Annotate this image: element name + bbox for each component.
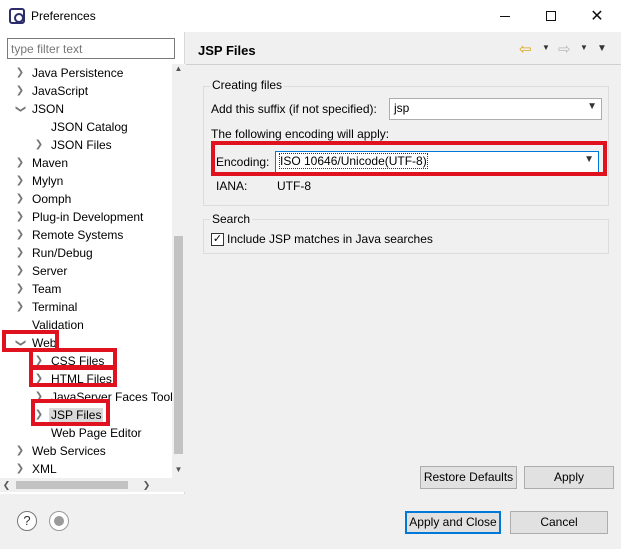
- chevron-right-icon[interactable]: ❯: [14, 445, 26, 457]
- maximize-icon: [546, 11, 556, 21]
- iana-value: UTF-8: [277, 179, 311, 193]
- tree-item-xml[interactable]: ❯ XML: [0, 460, 172, 478]
- highlight-box-jsp-files: [31, 399, 110, 426]
- tree-item-remote-systems[interactable]: ❯ Remote Systems: [0, 226, 172, 244]
- chevron-right-icon[interactable]: ❯: [14, 229, 26, 241]
- include-jsp-label: Include JSP matches in Java searches: [227, 232, 433, 246]
- tree-item-label: Web Services: [32, 444, 106, 458]
- chevron-right-icon[interactable]: ❯: [14, 193, 26, 205]
- chevron-right-icon[interactable]: ❯: [14, 211, 26, 223]
- forward-arrow-icon[interactable]: ⇨: [558, 40, 571, 58]
- view-menu-icon[interactable]: ▼: [597, 43, 607, 54]
- chevron-right-icon[interactable]: ❯: [14, 175, 26, 187]
- preference-page: JSP Files ⇦ ▼ ⇨ ▼ ▼ Creating files Add t…: [186, 32, 621, 494]
- tree-item-label: Terminal: [32, 300, 78, 314]
- tree-item-label: Mylyn: [32, 174, 64, 188]
- chevron-right-icon[interactable]: ❯: [14, 67, 26, 79]
- tree-item-json[interactable]: ❯ JSON: [0, 100, 172, 118]
- tree-item-label: JavaScript: [32, 84, 89, 98]
- tree-item-label: JSON: [32, 102, 65, 116]
- tree-item-mylyn[interactable]: ❯ Mylyn: [0, 172, 172, 190]
- tree-item-label: Oomph: [32, 192, 72, 206]
- chevron-right-icon[interactable]: ❯: [14, 301, 26, 313]
- minimize-button[interactable]: [482, 0, 528, 32]
- scrollbar-thumb[interactable]: [174, 236, 183, 454]
- tree-horizontal-scrollbar[interactable]: ❮ ❯: [0, 478, 185, 492]
- eclipse-app-icon: [9, 8, 25, 24]
- chevron-right-icon[interactable]: ❯: [14, 265, 26, 277]
- chevron-right-icon[interactable]: ❯: [14, 85, 26, 97]
- page-title: JSP Files: [198, 43, 256, 58]
- chevron-right-icon[interactable]: ❯: [14, 247, 26, 259]
- tree-item-team[interactable]: ❯ Team: [0, 280, 172, 298]
- tree-item-server[interactable]: ❯ Server: [0, 262, 172, 280]
- restore-defaults-button[interactable]: Restore Defaults: [420, 466, 517, 489]
- tree-item-javascript[interactable]: ❯ JavaScript: [0, 82, 172, 100]
- tree-item-terminal[interactable]: ❯ Terminal: [0, 298, 172, 316]
- tree-item-label: Run/Debug: [32, 246, 93, 260]
- highlight-box-html-files: [29, 366, 117, 387]
- tree-item-label: Server: [32, 264, 68, 278]
- back-arrow-icon[interactable]: ⇦: [519, 40, 532, 58]
- title-bar: Preferences ✕: [0, 0, 621, 32]
- chevron-right-icon[interactable]: ❯: [14, 283, 26, 295]
- apply-button[interactable]: Apply: [524, 466, 614, 489]
- tree-item-web-page-editor[interactable]: Web Page Editor: [0, 424, 172, 442]
- suffix-label: Add this suffix (if not specified):: [211, 102, 377, 116]
- tree-item-run-debug[interactable]: ❯ Run/Debug: [0, 244, 172, 262]
- forward-dropdown-icon[interactable]: ▼: [580, 43, 588, 52]
- chevron-down-icon[interactable]: ❯: [14, 103, 26, 115]
- tree-item-oomph[interactable]: ❯ Oomph: [0, 190, 172, 208]
- include-jsp-checkbox[interactable]: ✓: [211, 233, 224, 246]
- tree-item-label: Maven: [32, 156, 69, 170]
- tree-item-web-services[interactable]: ❯ Web Services: [0, 442, 172, 460]
- suffix-value: jsp: [394, 101, 410, 115]
- encoding-note: The following encoding will apply:: [211, 127, 390, 141]
- tree-vertical-scrollbar[interactable]: ▲ ▼: [172, 64, 185, 478]
- minimize-icon: [500, 15, 510, 17]
- highlight-box-encoding: [211, 141, 607, 176]
- record-macro-icon[interactable]: [49, 511, 69, 531]
- cancel-button[interactable]: Cancel: [510, 511, 608, 534]
- tree-item-maven[interactable]: ❯ Maven: [0, 154, 172, 172]
- tree-item-label: Java Persistence: [32, 66, 124, 80]
- tree-item-json-catalog[interactable]: JSON Catalog: [0, 118, 172, 136]
- tree-item-label: XML: [32, 462, 57, 476]
- group-title: Creating files: [210, 78, 285, 92]
- group-title: Search: [210, 212, 253, 226]
- chevron-right-icon[interactable]: ❯: [14, 463, 26, 475]
- dialog-footer: ? Apply and Close Cancel: [0, 494, 621, 549]
- chevron-right-icon[interactable]: ❯: [33, 139, 45, 151]
- scroll-left-icon[interactable]: ❮: [0, 478, 13, 492]
- tree-item-label: Web Page Editor: [51, 426, 142, 440]
- close-icon: ✕: [590, 8, 604, 25]
- filter-input[interactable]: [7, 38, 175, 59]
- tree-item-json-files[interactable]: ❯ JSON Files: [0, 136, 172, 154]
- help-icon[interactable]: ?: [17, 511, 37, 531]
- scroll-up-icon[interactable]: ▲: [172, 64, 185, 77]
- scrollbar-thumb[interactable]: [16, 481, 128, 489]
- scroll-right-icon[interactable]: ❯: [140, 478, 153, 492]
- tree-item-java-persistence[interactable]: ❯ Java Persistence: [0, 64, 172, 82]
- maximize-button[interactable]: [528, 0, 574, 32]
- tree-item-plugin-development[interactable]: ❯ Plug-in Development: [0, 208, 172, 226]
- iana-label: IANA:: [216, 179, 248, 193]
- suffix-combo[interactable]: jsp ▼: [389, 98, 602, 120]
- chevron-down-icon[interactable]: ▼: [587, 101, 597, 112]
- tree-item-label: Plug-in Development: [32, 210, 144, 224]
- divider: [186, 64, 621, 65]
- close-button[interactable]: ✕: [574, 0, 620, 32]
- tree-item-label: Team: [32, 282, 62, 296]
- tree-item-label: JSON Catalog: [51, 120, 128, 134]
- scroll-down-icon[interactable]: ▼: [172, 465, 185, 478]
- tree-item-label: Remote Systems: [32, 228, 124, 242]
- apply-and-close-button[interactable]: Apply and Close: [405, 511, 501, 534]
- back-dropdown-icon[interactable]: ▼: [542, 43, 550, 52]
- tree-item-label: JSON Files: [51, 138, 112, 152]
- window-title: Preferences: [31, 9, 96, 23]
- chevron-right-icon[interactable]: ❯: [14, 157, 26, 169]
